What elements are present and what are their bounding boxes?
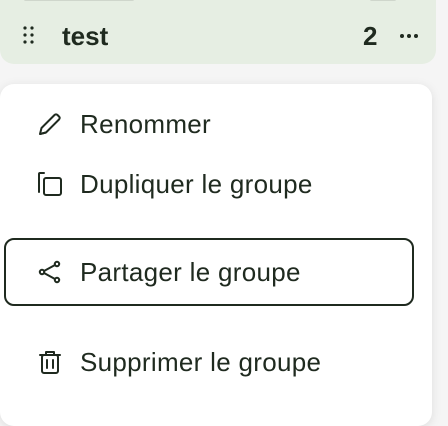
menu-item-rename[interactable]: Renommer: [0, 92, 432, 156]
menu-item-label: Supprimer le groupe: [80, 346, 322, 377]
menu-item-label: Renommer: [80, 108, 211, 139]
share-icon: [36, 258, 64, 286]
menu-item-label: Partager le groupe: [80, 256, 301, 287]
group-count: 2: [363, 21, 378, 51]
trash-icon: [36, 348, 64, 376]
more-options-button[interactable]: [392, 26, 426, 46]
menu-item-delete[interactable]: Supprimer le groupe: [0, 330, 432, 394]
copy-icon: [36, 170, 64, 198]
group-context-menu: Renommer Dupliquer le groupe Partager le…: [0, 84, 432, 426]
group-title: test: [62, 21, 109, 51]
pencil-icon: [36, 110, 64, 138]
more-horizontal-icon: [400, 34, 418, 38]
drag-handle-icon[interactable]: [22, 25, 36, 49]
menu-item-share[interactable]: Partager le groupe: [4, 238, 414, 306]
menu-item-label: Dupliquer le groupe: [80, 168, 313, 199]
menu-item-duplicate[interactable]: Dupliquer le groupe: [0, 152, 432, 216]
group-header: test 2: [0, 0, 448, 80]
